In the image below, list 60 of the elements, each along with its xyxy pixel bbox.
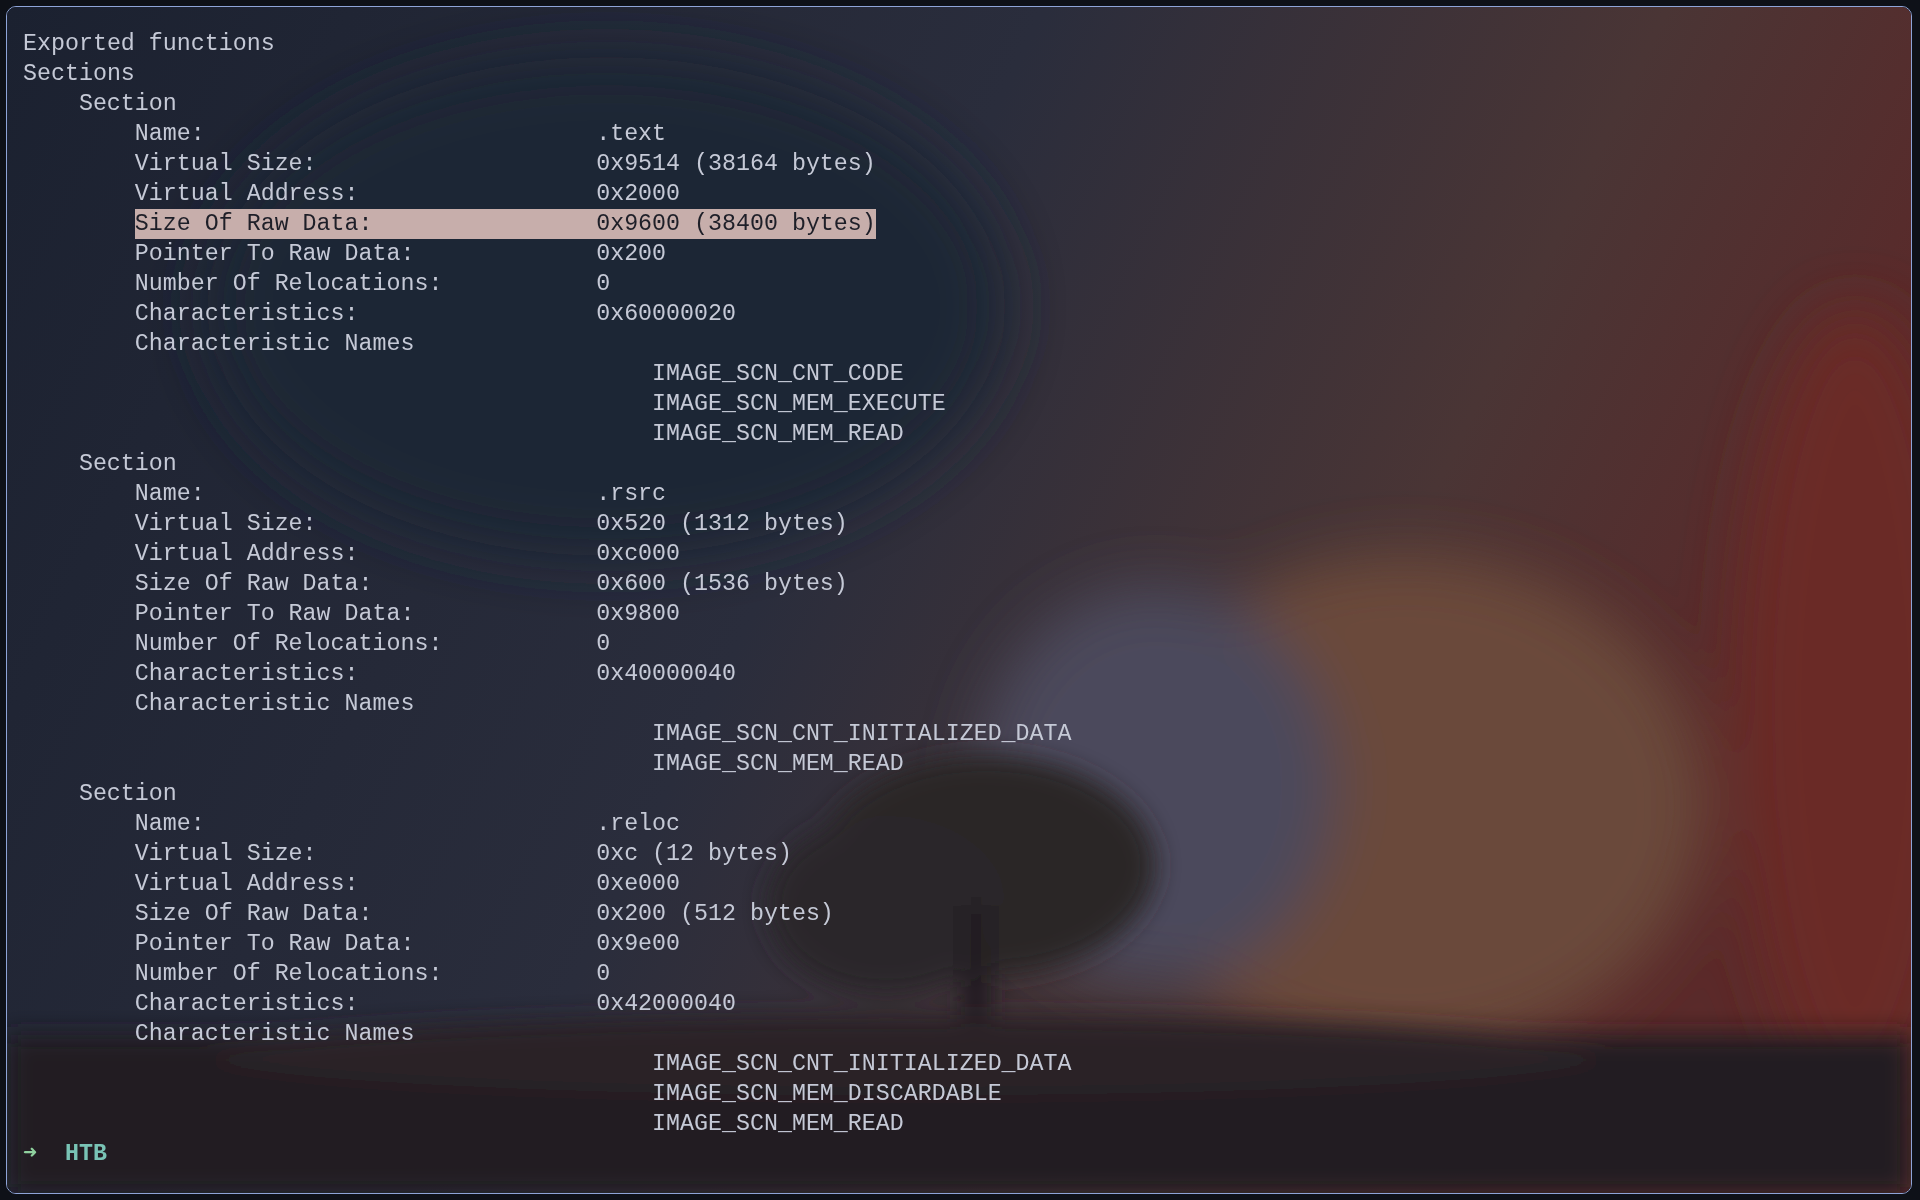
field-label: Size Of Raw Data: (134, 900, 374, 929)
field-label: Characteristics: (134, 990, 360, 1019)
field-label: Size Of Raw Data: (134, 210, 374, 239)
field-value: 0x9800 (596, 600, 681, 629)
field-value: 0x9600 (38400 bytes) (596, 210, 876, 239)
prompt-arrow: ➜ (23, 1140, 39, 1169)
field-label: Characteristic Names (134, 690, 415, 719)
field-label: Virtual Size: (134, 510, 318, 539)
field-value: 0xc (12 bytes) (596, 840, 792, 869)
characteristic-name: IMAGE_SCN_MEM_READ (652, 750, 904, 779)
characteristic-name: IMAGE_SCN_MEM_READ (652, 1110, 904, 1139)
field-label: Pointer To Raw Data: (134, 240, 416, 269)
field-value: 0x9514 (38164 bytes) (596, 150, 876, 179)
field-value: .reloc (596, 810, 681, 839)
field-label: Characteristics: (134, 660, 360, 689)
field-label: Virtual Size: (134, 840, 318, 869)
field-value: 0x60000020 (596, 300, 736, 329)
prompt-directory: HTB (64, 1140, 107, 1169)
field-value: 0x200 (512 bytes) (596, 900, 834, 929)
field-label: Name: (134, 120, 206, 149)
characteristic-name: IMAGE_SCN_CNT_CODE (652, 360, 904, 389)
field-value: 0x40000040 (596, 660, 736, 689)
field-label: Name: (134, 810, 206, 839)
field-value: .text (596, 120, 667, 149)
field-label: Virtual Size: (134, 150, 318, 179)
field-value: 0xe000 (596, 870, 681, 899)
field-label: Number Of Relocations: (134, 960, 444, 989)
field-value: 0x9e00 (596, 930, 681, 959)
field-label: Virtual Address: (134, 870, 360, 899)
field-value: .rsrc (596, 480, 667, 509)
field-label: Pointer To Raw Data: (134, 930, 416, 959)
field-label: Virtual Address: (134, 180, 360, 209)
field-label: Characteristic Names (134, 1020, 415, 1049)
field-value: 0x200 (596, 240, 667, 269)
field-value: 0 (596, 270, 611, 299)
field-label: Number Of Relocations: (134, 270, 444, 299)
characteristic-name: IMAGE_SCN_MEM_EXECUTE (652, 390, 946, 419)
field-value: 0 (596, 630, 611, 659)
field-label: Characteristics: (134, 300, 360, 329)
heading-text: Exported functions (23, 30, 275, 59)
field-label: Pointer To Raw Data: (134, 600, 416, 629)
field-label: Characteristic Names (134, 330, 415, 359)
field-value: 0x42000040 (596, 990, 736, 1019)
field-label: Size Of Raw Data: (134, 570, 374, 599)
characteristic-name: IMAGE_SCN_MEM_READ (652, 420, 904, 449)
field-value: 0x520 (1312 bytes) (596, 510, 848, 539)
characteristic-name: IMAGE_SCN_CNT_INITIALIZED_DATA (652, 1050, 1072, 1079)
field-label: Name: (134, 480, 206, 509)
field-value: 0x600 (1536 bytes) (596, 570, 848, 599)
field-label: Number Of Relocations: (134, 630, 444, 659)
heading-text: Sections (23, 60, 135, 89)
field-value: 0x2000 (596, 180, 681, 209)
characteristic-name: IMAGE_SCN_CNT_INITIALIZED_DATA (652, 720, 1072, 749)
field-label: Virtual Address: (134, 540, 360, 569)
characteristic-name: IMAGE_SCN_MEM_DISCARDABLE (652, 1080, 1002, 1109)
field-value: 0xc000 (596, 540, 681, 569)
section-title: Section (78, 90, 177, 119)
section-title: Section (78, 450, 177, 479)
field-value: 0 (596, 960, 611, 989)
section-title: Section (78, 780, 177, 809)
